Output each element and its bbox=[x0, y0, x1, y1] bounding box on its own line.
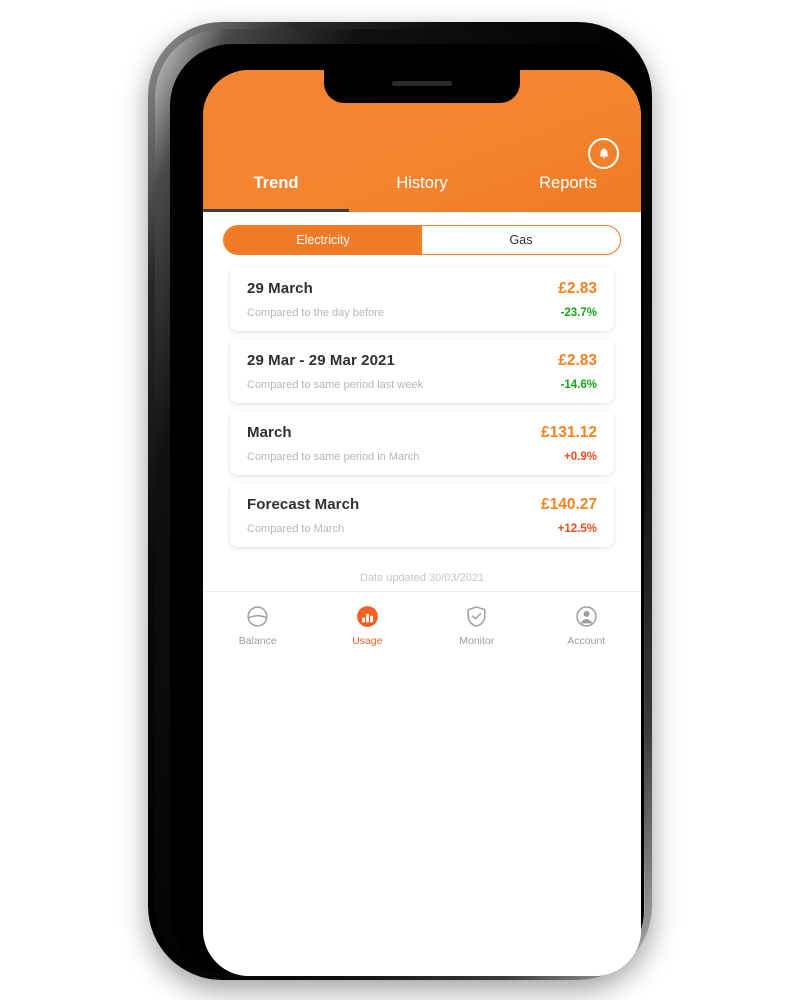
phone-screen: Trend History Reports Electricity Gas 29… bbox=[203, 70, 641, 976]
nav-item-usage[interactable]: Usage bbox=[313, 592, 423, 658]
usage-bars-icon bbox=[354, 603, 381, 630]
shield-check-icon bbox=[463, 603, 490, 630]
nav-label-balance: Balance bbox=[238, 635, 277, 647]
tab-reports[interactable]: Reports bbox=[495, 172, 641, 212]
usage-card[interactable]: 29 Mar - 29 Mar 2021 £2.83 Compared to s… bbox=[230, 339, 614, 403]
usage-card[interactable]: 29 March £2.83 Compared to the day befor… bbox=[230, 267, 614, 331]
card-amount: £2.83 bbox=[558, 352, 597, 369]
person-circle-icon bbox=[573, 603, 600, 630]
card-compare-row: Compared to the day before -23.7% bbox=[247, 307, 597, 319]
bottom-navigation-bar: Balance Usage Monitor Account bbox=[203, 591, 641, 658]
card-header-row: March £131.12 bbox=[247, 424, 597, 442]
app-body: Electricity Gas 29 March £2.83 Compared … bbox=[203, 225, 641, 976]
nav-item-account[interactable]: Account bbox=[532, 592, 642, 658]
segment-gas-label: Gas bbox=[509, 233, 533, 247]
card-title: Forecast March bbox=[247, 496, 360, 513]
nav-label-usage: Usage bbox=[352, 635, 383, 647]
notifications-button[interactable] bbox=[588, 138, 619, 169]
phone-device-frame: Trend History Reports Electricity Gas 29… bbox=[148, 22, 652, 980]
card-title: 29 March bbox=[247, 280, 313, 297]
card-delta: -14.6% bbox=[560, 379, 597, 391]
card-header-row: Forecast March £140.27 bbox=[247, 496, 597, 514]
usage-card-list: 29 March £2.83 Compared to the day befor… bbox=[230, 267, 614, 547]
usage-card[interactable]: March £131.12 Compared to same period in… bbox=[230, 411, 614, 475]
card-delta: +12.5% bbox=[557, 523, 597, 535]
bell-icon bbox=[597, 146, 611, 161]
nav-label-account: Account bbox=[567, 635, 606, 647]
card-amount: £131.12 bbox=[540, 424, 597, 441]
card-compare-row: Compared to same period in March +0.9% bbox=[247, 451, 597, 463]
card-amount: £140.27 bbox=[540, 496, 597, 513]
card-delta: -23.7% bbox=[560, 307, 597, 319]
segment-electricity[interactable]: Electricity bbox=[224, 226, 422, 254]
top-tabbar: Trend History Reports bbox=[203, 172, 641, 212]
iphone-notch bbox=[324, 70, 520, 103]
segment-electricity-label: Electricity bbox=[296, 233, 350, 247]
card-amount: £2.83 bbox=[558, 280, 597, 297]
tab-history[interactable]: History bbox=[349, 172, 495, 212]
card-subtitle: Compared to same period in March bbox=[247, 451, 420, 463]
usage-card[interactable]: Forecast March £140.27 Compared to March… bbox=[230, 483, 614, 547]
card-subtitle: Compared to the day before bbox=[247, 307, 384, 319]
card-header-row: 29 Mar - 29 Mar 2021 £2.83 bbox=[247, 352, 597, 370]
card-subtitle: Compared to March bbox=[247, 523, 345, 535]
date-updated-label: Date updated 30/03/2021 bbox=[359, 572, 485, 584]
phone-bezel: Trend History Reports Electricity Gas 29… bbox=[170, 44, 644, 976]
nav-item-monitor[interactable]: Monitor bbox=[422, 592, 532, 658]
card-title: March bbox=[247, 424, 292, 441]
nav-item-balance[interactable]: Balance bbox=[203, 592, 313, 658]
screenshot-canvas: Trend History Reports Electricity Gas 29… bbox=[0, 0, 800, 1000]
nav-label-monitor: Monitor bbox=[459, 635, 495, 647]
segment-gas[interactable]: Gas bbox=[422, 226, 620, 254]
card-header-row: 29 March £2.83 bbox=[247, 280, 597, 298]
card-title: 29 Mar - 29 Mar 2021 bbox=[247, 352, 395, 369]
speaker-grille-icon bbox=[392, 81, 452, 86]
balance-circle-icon bbox=[244, 603, 271, 630]
fuel-type-segmented-control: Electricity Gas bbox=[223, 225, 621, 255]
tab-trend[interactable]: Trend bbox=[203, 172, 349, 212]
card-delta: +0.9% bbox=[564, 451, 597, 463]
tab-history-label: History bbox=[396, 174, 448, 192]
fuel-toggle-wrap: Electricity Gas bbox=[223, 225, 621, 255]
card-subtitle: Compared to same period last week bbox=[247, 379, 424, 391]
card-compare-row: Compared to same period last week -14.6% bbox=[247, 379, 597, 391]
tab-reports-label: Reports bbox=[539, 174, 597, 192]
tab-trend-label: Trend bbox=[253, 174, 299, 192]
card-compare-row: Compared to March +12.5% bbox=[247, 523, 597, 535]
phone-frame-inner-rim: Trend History Reports Electricity Gas 29… bbox=[155, 29, 645, 976]
